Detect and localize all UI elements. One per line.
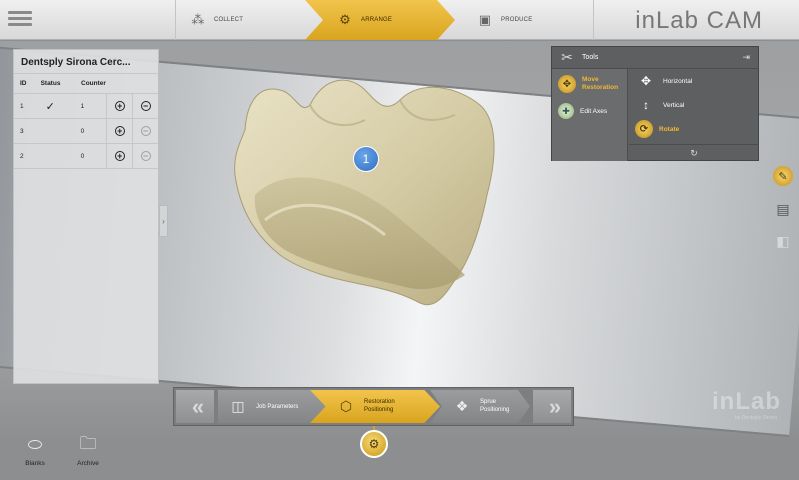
reset-rotation-icon: ↻ xyxy=(690,147,698,158)
tool-horizontal[interactable]: ✥ Horizontal xyxy=(629,69,759,93)
decrement-button[interactable]: − xyxy=(132,94,158,118)
tool-move-restoration-label: Move Restoration xyxy=(582,75,619,91)
status-check-icon: ✓ xyxy=(45,100,55,113)
tool-move-restoration[interactable]: ✥ Move Restoration xyxy=(552,69,627,99)
step-collect[interactable]: ⁂ COLLECT xyxy=(180,0,310,40)
top-bar: ⁂ COLLECT ⚙ ARRANGE ▣ PRODUCE inLab CAM xyxy=(0,0,799,40)
blanks-icon: ⬭ xyxy=(27,435,43,454)
tooth-restoration-model[interactable] xyxy=(225,45,515,315)
increment-button[interactable]: + xyxy=(106,119,132,143)
restoration-positioning-icon: ⬡ xyxy=(339,398,353,414)
panel-title: Dentsply Sirona Cerc... xyxy=(14,50,158,74)
collect-icon: ⁂ xyxy=(191,12,205,27)
produce-icon: ▣ xyxy=(478,12,492,27)
phase-sprue-positioning[interactable]: ❖ Sprue Positioning xyxy=(430,390,530,423)
double-chevron-right-icon: » xyxy=(548,393,562,419)
edit-axes-icon: ✚ xyxy=(558,103,574,119)
minus-icon: − xyxy=(140,126,151,136)
rotate-icon: ⟳ xyxy=(635,120,653,138)
tools-mode-list: ✥ Move Restoration ✚ Edit Axes xyxy=(552,69,628,161)
tools-wrench-icon: ✂ xyxy=(561,49,573,65)
row-counter: 0 xyxy=(80,127,85,135)
double-chevron-left-icon: « xyxy=(191,393,205,419)
horizontal-move-icon: ✥ xyxy=(640,74,652,88)
phase-job-parameters-label: Job Parameters xyxy=(256,403,299,410)
step-collect-label: COLLECT xyxy=(214,17,244,23)
phase-navigation: « ◫ Job Parameters ❖ Sprue Positioning ⬡… xyxy=(173,387,574,426)
archive-folder-icon: 🗀 xyxy=(79,433,97,453)
tool-edit-axes-label: Edit Axes xyxy=(580,107,608,115)
row-id: 3 xyxy=(20,127,24,135)
plus-icon: + xyxy=(114,126,125,136)
tool-vertical-label: Vertical xyxy=(663,101,685,109)
inlab-watermark-logo: inLab xyxy=(712,388,781,415)
decrement-button: − xyxy=(132,144,158,168)
tool-horizontal-label: Horizontal xyxy=(663,77,693,85)
minus-icon: − xyxy=(140,101,151,111)
dentsply-sirona-watermark: by Dentsply Sirona xyxy=(735,415,777,421)
tool-rotate-label: Rotate xyxy=(659,125,680,133)
row-id: 1 xyxy=(20,102,24,110)
previous-step-button[interactable]: « xyxy=(176,390,214,423)
arrange-icon: ⚙ xyxy=(339,12,351,27)
plus-icon: + xyxy=(114,101,125,111)
collapse-panel-chevron-icon[interactable]: › xyxy=(159,205,168,237)
tools-icon: ✎ xyxy=(778,170,788,183)
increment-button[interactable]: + xyxy=(106,144,132,168)
restoration-id-badge[interactable]: 1 xyxy=(353,146,379,172)
step-produce-label: PRODUCE xyxy=(501,17,533,23)
step-divider xyxy=(175,0,176,40)
blanks-button[interactable]: ⬭ Blanks xyxy=(10,433,60,477)
document-icon: ▤ xyxy=(776,200,790,217)
phase-job-parameters[interactable]: ◫ Job Parameters xyxy=(218,390,326,423)
tools-panel: ✂ Tools ⇥ ✥ Move Restoration ✚ Edit Axes… xyxy=(551,46,759,161)
move-restoration-icon: ✥ xyxy=(558,75,576,93)
workflow-steps: ⁂ COLLECT ⚙ ARRANGE ▣ PRODUCE xyxy=(175,0,595,40)
column-counter: Counter xyxy=(81,80,106,87)
column-status: Status xyxy=(40,80,61,87)
archive-button[interactable]: 🗀 Archive xyxy=(63,433,113,477)
tools-header: ✂ Tools ⇥ xyxy=(552,47,758,69)
tool-vertical[interactable]: ↕ Vertical xyxy=(629,93,759,117)
phase-sprue-positioning-label: Sprue Positioning xyxy=(480,398,510,413)
app-brand: inLab CAM xyxy=(635,7,763,34)
decrement-button: − xyxy=(132,119,158,143)
step-arrange[interactable]: ⚙ ARRANGE xyxy=(305,0,455,40)
pin-panel-icon[interactable]: ⇥ xyxy=(742,52,750,63)
reset-button[interactable]: ↻ xyxy=(629,144,759,161)
restoration-list-panel: Dentsply Sirona Cerc... ID Status Counte… xyxy=(13,49,159,384)
plus-icon: + xyxy=(114,151,125,161)
cube-icon: ◧ xyxy=(776,232,790,249)
step-arrange-label: ARRANGE xyxy=(361,17,393,23)
view-cube-button[interactable]: ◧ xyxy=(773,231,793,251)
vertical-move-icon: ↕ xyxy=(643,98,649,112)
right-toolbar: ✎ ▤ ◧ xyxy=(767,41,799,437)
tools-title: Tools xyxy=(582,54,599,61)
sprue-positioning-icon: ❖ xyxy=(455,398,469,414)
job-parameters-icon: ◫ xyxy=(231,398,245,414)
step-produce[interactable]: ▣ PRODUCE xyxy=(465,0,595,40)
bottom-left-toolbar: ⬭ Blanks 🗀 Archive xyxy=(0,434,799,480)
next-step-button[interactable]: » xyxy=(533,390,571,423)
increment-button[interactable]: + xyxy=(106,94,132,118)
table-row[interactable]: 1 ✓ 1 + − xyxy=(14,94,158,119)
tool-edit-axes[interactable]: ✚ Edit Axes xyxy=(552,99,627,123)
archive-label: Archive xyxy=(77,460,99,467)
step-divider xyxy=(593,0,594,40)
row-counter: 0 xyxy=(80,152,85,160)
row-counter: 1 xyxy=(80,102,85,110)
table-header: ID Status Counter xyxy=(14,74,158,94)
phase-restoration-positioning-label: Restoration Positioning xyxy=(364,398,395,413)
tools-toggle-button[interactable]: ✎ xyxy=(773,166,793,186)
column-id: ID xyxy=(20,80,27,87)
phase-restoration-positioning[interactable]: ⬡ Restoration Positioning xyxy=(310,390,440,423)
table-row[interactable]: 2 0 + − xyxy=(14,144,158,169)
row-id: 2 xyxy=(20,152,24,160)
document-view-button[interactable]: ▤ xyxy=(773,199,793,219)
minus-icon: − xyxy=(140,151,151,161)
tool-rotate[interactable]: ⟳ Rotate xyxy=(629,117,759,141)
hamburger-menu-icon[interactable] xyxy=(8,8,32,30)
blanks-label: Blanks xyxy=(25,460,45,467)
table-row[interactable]: 3 0 + − xyxy=(14,119,158,144)
